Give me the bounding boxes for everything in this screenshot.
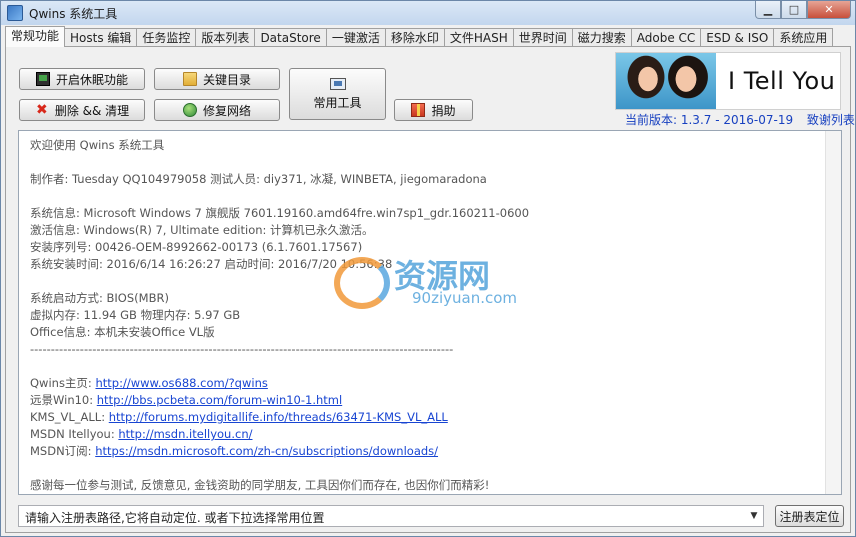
info-scrollbar[interactable] bbox=[825, 131, 841, 494]
version-line: 当前版本: 1.3.7 - 2016-07-19 致谢列表 bbox=[625, 111, 855, 128]
tab-esd-iso[interactable]: ESD & ISO bbox=[700, 28, 775, 47]
maximize-button[interactable]: □ bbox=[781, 1, 807, 19]
minimize-icon: ▁ bbox=[763, 3, 773, 16]
system-info-content: 欢迎使用 Qwins 系统工具 制作者: Tuesday QQ104979058… bbox=[30, 137, 810, 494]
repair-network-button[interactable]: 修复网络 bbox=[154, 99, 280, 121]
tab-file-hash[interactable]: 文件HASH bbox=[443, 28, 514, 47]
tab-versions[interactable]: 版本列表 bbox=[195, 28, 256, 47]
key-dirs-button[interactable]: 关键目录 bbox=[154, 68, 280, 90]
sys-info-text: 系统信息: Microsoft Windows 7 旗舰版 7601.19160… bbox=[30, 206, 530, 220]
link-label: MSDN Itellyou: bbox=[30, 427, 119, 441]
link-row: KMS_VL_ALL: http://forums.mydigitallife.… bbox=[30, 409, 810, 426]
banner-photo bbox=[616, 53, 716, 109]
tab-system-apps[interactable]: 系统应用 bbox=[773, 28, 834, 47]
welcome-text: 欢迎使用 Qwins 系统工具 bbox=[30, 138, 165, 152]
watermark-logo-icon bbox=[334, 257, 390, 309]
qwins-home-link[interactable]: http://www.os688.com/?qwins bbox=[95, 376, 267, 390]
monitor-icon bbox=[35, 72, 50, 86]
app-window: Qwins 系统工具 ▁ □ ✕ 常规功能 Hosts 编辑 任务监控 版本列表… bbox=[0, 0, 856, 537]
office-text: Office信息: 本机未安装Office VL版 bbox=[30, 325, 215, 339]
hibernate-label: 开启休眠功能 bbox=[55, 72, 128, 87]
app-icon bbox=[7, 5, 23, 21]
link-row: MSDN Itellyou: http://msdn.itellyou.cn/ bbox=[30, 426, 810, 443]
author-text: 制作者: Tuesday QQ104979058 测试人员: diy371, 冰… bbox=[30, 172, 487, 186]
delete-clean-button[interactable]: ✖ 删除 && 清理 bbox=[19, 99, 145, 121]
donate-label: 捐助 bbox=[431, 103, 456, 118]
divider-text: ----------------------------------------… bbox=[30, 342, 454, 356]
activation-text: 激活信息: Windows(R) 7, Ultimate edition: 计算… bbox=[30, 223, 374, 237]
link-row: 远景Win10: http://bbs.pcbeta.com/forum-win… bbox=[30, 392, 810, 409]
globe-icon bbox=[182, 103, 197, 117]
general-panel: 开启休眠功能 关键目录 常用工具 ✖ 删除 && 清理 修复网络 捐助 I Te… bbox=[5, 46, 855, 533]
watermark: 资源网 90ziyuan.com bbox=[334, 251, 534, 311]
common-tools-button[interactable]: 常用工具 bbox=[289, 68, 386, 120]
repair-network-label: 修复网络 bbox=[202, 103, 251, 118]
tab-task-monitor[interactable]: 任务监控 bbox=[136, 28, 197, 47]
tab-activate[interactable]: 一键激活 bbox=[325, 28, 386, 47]
common-tools-label: 常用工具 bbox=[313, 95, 362, 110]
tab-datastore[interactable]: DataStore bbox=[254, 28, 327, 47]
key-dirs-label: 关键目录 bbox=[202, 72, 251, 87]
link-row: MSDN订阅: https://msdn.microsoft.com/zh-cn… bbox=[30, 443, 810, 460]
chevron-down-icon[interactable]: ▼ bbox=[745, 506, 763, 526]
tab-remove-watermark[interactable]: 移除水印 bbox=[384, 28, 445, 47]
watermark-small-text: 90ziyuan.com bbox=[412, 289, 518, 307]
tab-magnet-search[interactable]: 磁力搜索 bbox=[571, 28, 632, 47]
registry-path-text: 请输入注册表路径,它将自动定位. 或者下拉选择常用位置 bbox=[25, 511, 325, 525]
minimize-button[interactable]: ▁ bbox=[755, 1, 781, 19]
link-label: 远景Win10: bbox=[30, 393, 97, 407]
tab-strip: 常规功能 Hosts 编辑 任务监控 版本列表 DataStore 一键激活 移… bbox=[5, 26, 834, 47]
window-controls: ▁ □ ✕ bbox=[755, 1, 851, 19]
itellyou-banner[interactable]: I Tell You bbox=[615, 52, 841, 110]
link-row: Qwins主页: http://www.os688.com/?qwins bbox=[30, 375, 810, 392]
pcbeta-link[interactable]: http://bbs.pcbeta.com/forum-win10-1.html bbox=[97, 393, 342, 407]
hibernate-button[interactable]: 开启休眠功能 bbox=[19, 68, 145, 90]
tab-world-time[interactable]: 世界时间 bbox=[512, 28, 573, 47]
registry-path-combo[interactable]: 请输入注册表路径,它将自动定位. 或者下拉选择常用位置 ▼ bbox=[18, 505, 764, 527]
delete-icon: ✖ bbox=[35, 102, 48, 118]
system-info-box[interactable]: 欢迎使用 Qwins 系统工具 制作者: Tuesday QQ104979058… bbox=[18, 130, 842, 495]
delete-clean-label: 删除 && 清理 bbox=[54, 103, 130, 118]
tab-adobe-cc[interactable]: Adobe CC bbox=[630, 28, 702, 47]
close-button[interactable]: ✕ bbox=[807, 1, 851, 19]
title-bar[interactable]: Qwins 系统工具 ▁ □ ✕ bbox=[1, 1, 855, 25]
donate-button[interactable]: 捐助 bbox=[394, 99, 473, 121]
tab-hosts[interactable]: Hosts 编辑 bbox=[64, 28, 138, 47]
link-label: Qwins主页: bbox=[30, 376, 96, 390]
link-label: KMS_VL_ALL: bbox=[30, 410, 109, 424]
thanks-message: 感谢每一位参与测试, 反馈意见, 金钱资助的同学朋友, 工具因你们而存在, 也因… bbox=[30, 478, 490, 492]
thanks-list-link[interactable]: 致谢列表 bbox=[807, 113, 855, 127]
maximize-icon: □ bbox=[788, 3, 800, 16]
msdn-itellyou-link[interactable]: http://msdn.itellyou.cn/ bbox=[118, 427, 252, 441]
gift-icon bbox=[411, 103, 426, 117]
msdn-subscription-link[interactable]: https://msdn.microsoft.com/zh-cn/subscri… bbox=[95, 444, 438, 458]
window-title: Qwins 系统工具 bbox=[29, 6, 118, 21]
registry-locate-button[interactable]: 注册表定位 bbox=[775, 505, 844, 527]
tools-icon bbox=[329, 77, 346, 90]
close-icon: ✕ bbox=[824, 3, 834, 16]
version-label: 当前版本: 1.3.7 - 2016-07-19 bbox=[625, 113, 794, 127]
link-label: MSDN订阅: bbox=[30, 444, 96, 458]
tab-general[interactable]: 常规功能 bbox=[5, 26, 66, 47]
folder-icon bbox=[182, 72, 197, 86]
banner-text: I Tell You bbox=[728, 67, 836, 95]
kms-link[interactable]: http://forums.mydigitallife.info/threads… bbox=[109, 410, 448, 424]
